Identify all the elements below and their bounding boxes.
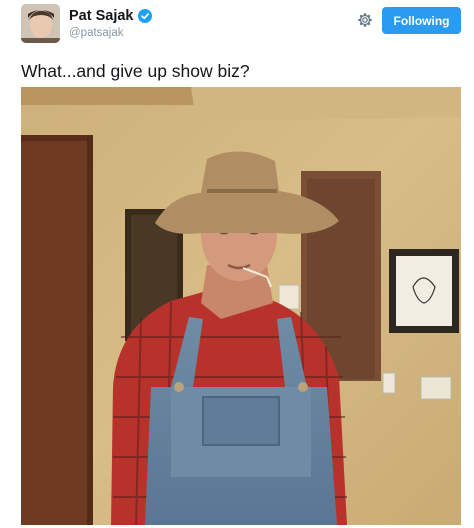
avatar[interactable] bbox=[21, 4, 60, 43]
display-name[interactable]: Pat Sajak bbox=[69, 8, 134, 24]
tweet-photo[interactable] bbox=[21, 87, 461, 525]
name-row: Pat Sajak bbox=[69, 8, 152, 24]
avatar-photo bbox=[21, 4, 60, 43]
gear-icon[interactable] bbox=[356, 11, 374, 29]
following-button[interactable]: Following bbox=[382, 7, 461, 34]
user-handle[interactable]: @patsajak bbox=[69, 27, 124, 39]
tweet-text: What...and give up show biz? bbox=[21, 61, 250, 81]
verified-badge-icon bbox=[137, 9, 152, 23]
man-in-overalls-photo bbox=[21, 87, 461, 525]
tweet-header: Pat Sajak @patsajak Following bbox=[0, 0, 474, 52]
